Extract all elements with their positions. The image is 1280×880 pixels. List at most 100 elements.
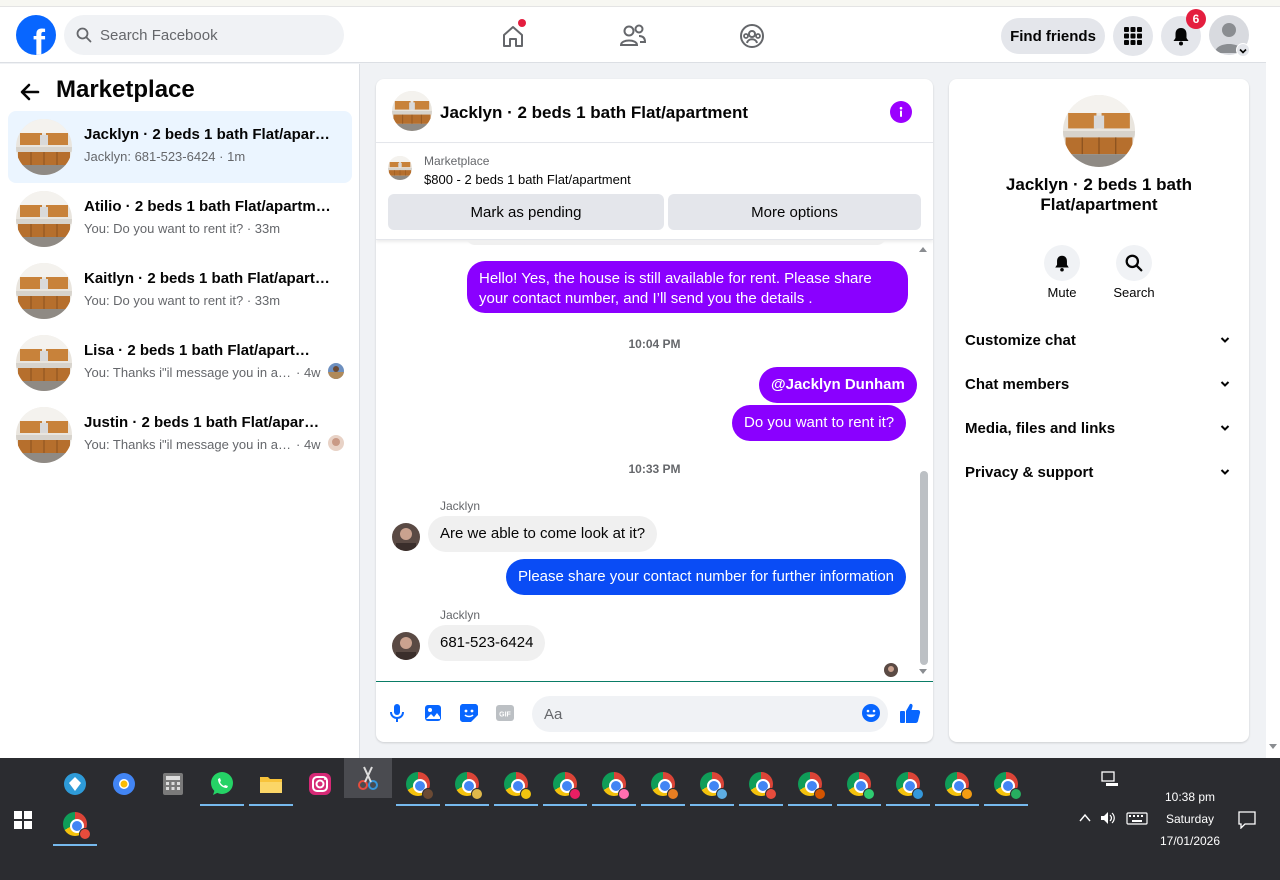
attach-photo-button[interactable]: [422, 702, 444, 724]
taskbar-chrome-window[interactable]: [935, 766, 979, 806]
clock-date[interactable]: 17/01/2026: [1150, 834, 1230, 848]
listing-price-title[interactable]: $800 - 2 beds 1 bath Flat/apartment: [424, 172, 631, 187]
taskbar-chrome-window[interactable]: [984, 766, 1028, 806]
sender-name: Jacklyn: [440, 499, 481, 513]
taskbar-chrome-window[interactable]: [396, 766, 440, 806]
conversation-name: Atilio · 2 beds 1 bath Flat/apartment: [84, 198, 334, 215]
outgoing-message: Hello! Yes, the house is still available…: [467, 261, 908, 313]
conversation-item[interactable]: Justin · 2 beds 1 bath Flat/apartment Yo…: [8, 399, 352, 471]
listing-large-thumbnail[interactable]: [1063, 95, 1135, 167]
message-input[interactable]: [532, 696, 888, 732]
chrome-icon: [700, 772, 728, 800]
facebook-logo-icon[interactable]: f: [16, 15, 56, 55]
taskbar-chrome-window[interactable]: [690, 766, 734, 806]
taskbar-chrome-window[interactable]: [494, 766, 538, 806]
mark-as-pending-button[interactable]: Mark as pending: [388, 194, 664, 230]
taskbar-chrome-window[interactable]: [543, 766, 587, 806]
taskbar-chrome-window[interactable]: [886, 766, 930, 806]
taskbar-app[interactable]: [200, 766, 244, 806]
taskbar-app[interactable]: [57, 766, 93, 802]
chrome-icon: [798, 772, 826, 800]
chat-scrollbar-thumb[interactable]: [920, 471, 928, 665]
taskbar-app[interactable]: [249, 766, 293, 806]
voice-clip-button[interactable]: [386, 702, 408, 724]
account-chevron[interactable]: [1236, 43, 1250, 57]
conversation-name: Jacklyn · 2 beds 1 bath Flat/apartment: [84, 126, 334, 143]
back-arrow-icon[interactable]: [18, 80, 42, 104]
conversation-name: Kaitlyn · 2 beds 1 bath Flat/apartment: [84, 270, 334, 287]
marketplace-label: Marketplace: [424, 154, 490, 168]
media-files-links-section[interactable]: Media, files and links: [949, 407, 1249, 451]
search-label: Search: [1113, 285, 1155, 300]
clock-day[interactable]: Saturday: [1150, 812, 1230, 826]
windows-start-icon[interactable]: [14, 811, 32, 829]
running-indicator: [53, 844, 97, 846]
chrome-icon: [749, 772, 777, 800]
search-box[interactable]: [64, 15, 344, 55]
mute-label: Mute: [1047, 285, 1077, 300]
taskbar-chrome-window[interactable]: [592, 766, 636, 806]
taskbar-app[interactable]: [155, 766, 191, 802]
conversation-name: Lisa · 2 beds 1 bath Flat/apartment: [84, 342, 320, 359]
conversation-item[interactable]: Kaitlyn · 2 beds 1 bath Flat/apartment Y…: [8, 255, 352, 327]
taskbar-chrome-window[interactable]: [739, 766, 783, 806]
taskbar-pinned-chrome[interactable]: [53, 806, 97, 846]
sender-name: Jacklyn: [440, 608, 481, 622]
taskbar-chrome-window[interactable]: [641, 766, 685, 806]
volume-icon[interactable]: [1100, 811, 1116, 825]
running-indicator: [739, 804, 783, 806]
keyboard-icon[interactable]: [1126, 812, 1148, 825]
menu-button[interactable]: [1113, 16, 1153, 56]
search-in-conversation-button[interactable]: [1116, 245, 1152, 281]
sticker-button[interactable]: [458, 702, 480, 724]
scroll-up-icon[interactable]: [918, 245, 928, 253]
running-indicator: [886, 804, 930, 806]
conversation-item[interactable]: Lisa · 2 beds 1 bath Flat/apartment You:…: [8, 327, 352, 399]
listing-thumbnail: [16, 263, 72, 319]
conversation-time: · 4w: [296, 365, 321, 380]
mute-button[interactable]: [1044, 245, 1080, 281]
search-input[interactable]: [100, 26, 320, 44]
friends-nav-button[interactable]: [616, 19, 650, 53]
listing-thumbnail: [16, 191, 72, 247]
gif-button[interactable]: GIF: [494, 702, 516, 724]
friends-icon: [619, 24, 647, 46]
like-send-button[interactable]: [899, 702, 921, 724]
chat-title[interactable]: Jacklyn · 2 beds 1 bath Flat/apartment: [440, 103, 748, 123]
page-scrollbar[interactable]: [1266, 7, 1280, 758]
panel-title: Marketplace: [56, 76, 195, 103]
taskbar-app[interactable]: [106, 766, 142, 802]
scroll-down-icon[interactable]: [918, 668, 928, 676]
taskbar-app[interactable]: [302, 766, 338, 802]
taskbar-chrome-window[interactable]: [788, 766, 832, 806]
find-friends-button[interactable]: Find friends: [1001, 18, 1105, 54]
home-nav-button[interactable]: [496, 19, 530, 53]
taskbar-chrome-window[interactable]: [837, 766, 881, 806]
running-indicator: [837, 804, 881, 806]
conversation-info-button[interactable]: [890, 101, 912, 123]
customize-chat-section[interactable]: Customize chat: [949, 319, 1249, 363]
chrome-icon: [994, 772, 1022, 800]
conversation-item[interactable]: Jacklyn · 2 beds 1 bath Flat/apartment J…: [8, 111, 352, 183]
chat-listing-thumbnail[interactable]: [392, 91, 432, 131]
chevron-up-icon[interactable]: [1079, 813, 1091, 823]
groups-nav-button[interactable]: [735, 19, 769, 53]
chrome-icon: [406, 772, 434, 800]
more-options-button[interactable]: More options: [668, 194, 921, 230]
privacy-support-section[interactable]: Privacy & support: [949, 451, 1249, 495]
scroll-down-icon[interactable]: [1269, 744, 1277, 750]
emoji-button[interactable]: [860, 702, 882, 724]
details-title: Jacklyn · 2 beds 1 bath Flat/apartment: [1005, 175, 1193, 214]
listing-small-thumbnail: [388, 156, 412, 180]
clock-time[interactable]: 10:38 pm: [1150, 790, 1230, 804]
chrome-icon: [553, 772, 581, 800]
taskbar-chrome-window[interactable]: [445, 766, 489, 806]
network-desktop-icon[interactable]: [1101, 771, 1119, 787]
conversation-preview: You: Do you want to rent it? · 33m: [84, 293, 281, 308]
taskbar-app-active[interactable]: [344, 758, 392, 798]
sender-avatar[interactable]: [392, 523, 420, 551]
chat-members-section[interactable]: Chat members: [949, 363, 1249, 407]
conversation-item[interactable]: Atilio · 2 beds 1 bath Flat/apartment Yo…: [8, 183, 352, 255]
sender-avatar[interactable]: [392, 632, 420, 660]
action-center-icon[interactable]: [1238, 811, 1256, 829]
